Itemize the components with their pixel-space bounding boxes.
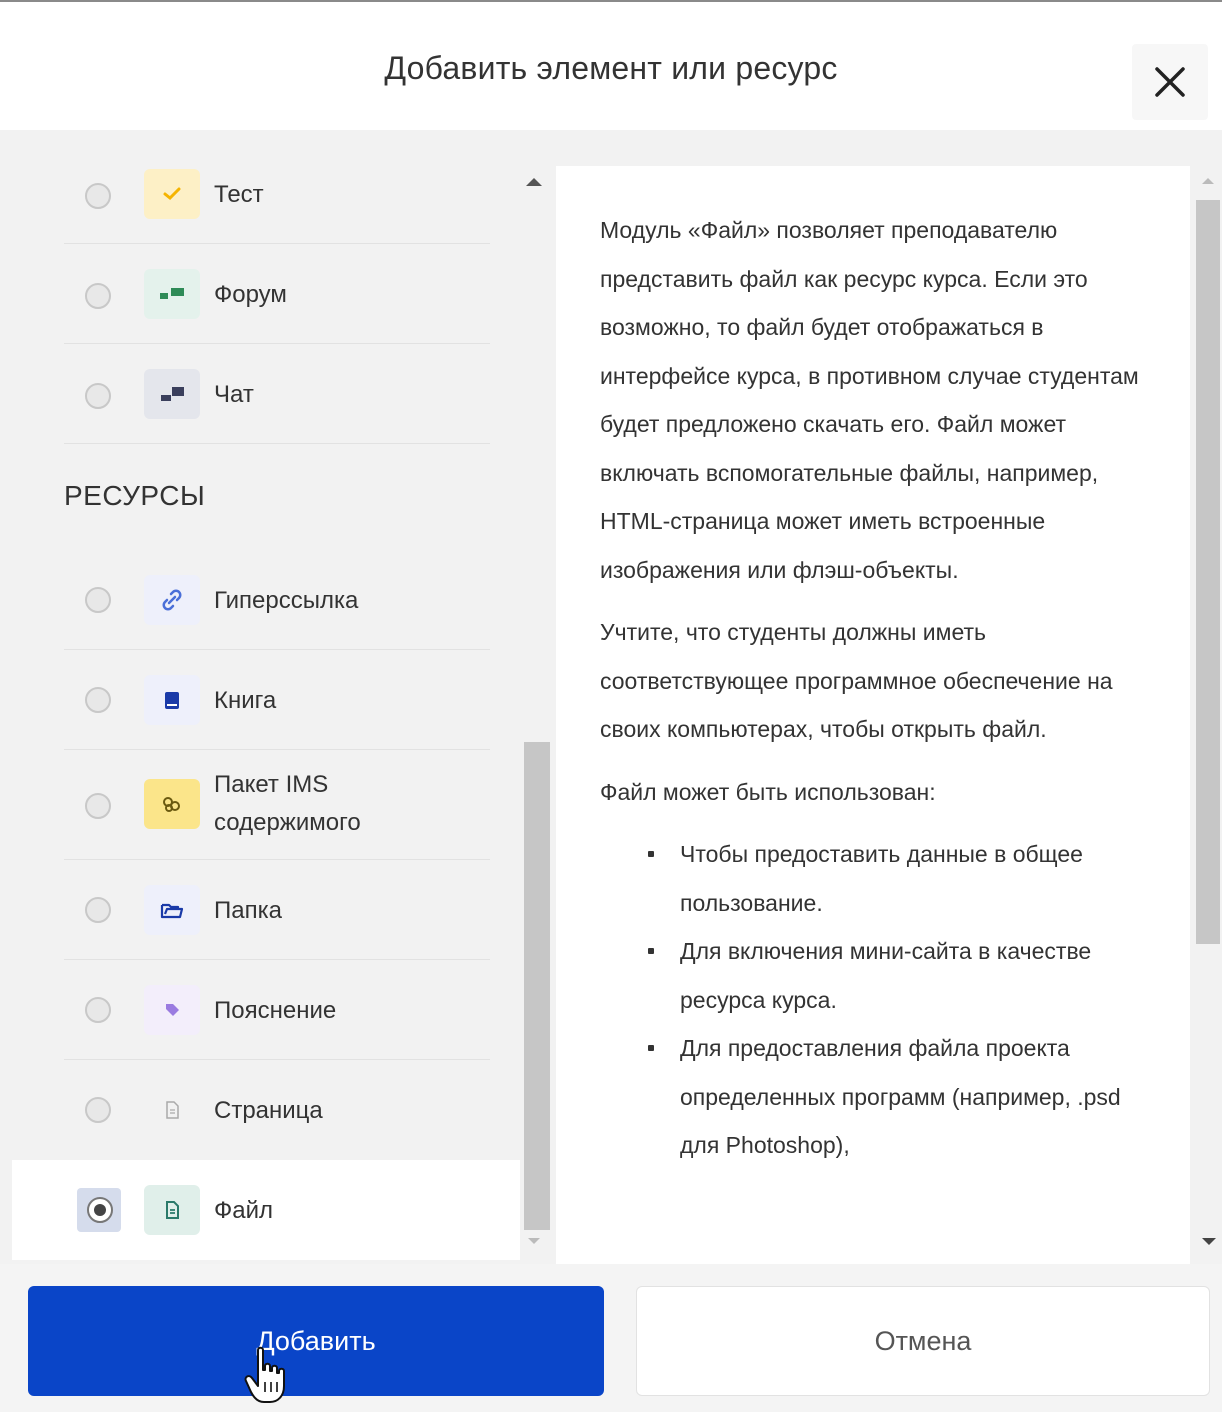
ims-package-icon <box>144 779 200 829</box>
description-paragraph: Модуль «Файл» позволяет преподавателю пр… <box>600 217 1139 583</box>
radio-button[interactable] <box>85 183 111 209</box>
book-icon <box>144 675 200 725</box>
description-scrollbar[interactable] <box>1194 166 1222 1260</box>
close-button[interactable] <box>1132 44 1208 120</box>
scroll-up-arrow-icon[interactable] <box>1202 178 1214 184</box>
list-item-file[interactable]: Файл <box>12 1160 520 1260</box>
description-bullet-list: Чтобы предоставить данные в общее пользо… <box>646 830 1160 1170</box>
item-label: Форум <box>214 281 287 308</box>
list-item-label[interactable]: Пояснение <box>12 960 520 1060</box>
list-item-forum[interactable]: Форум <box>12 244 520 344</box>
list-item-ims-package[interactable]: Пакет IMS содержимого <box>12 750 520 860</box>
item-label: Чат <box>214 381 254 408</box>
radio-button[interactable] <box>85 587 111 613</box>
list-item-book[interactable]: Книга <box>12 650 520 750</box>
page-icon <box>144 1085 200 1135</box>
item-label: Гиперссылка <box>214 587 359 614</box>
radio-button[interactable] <box>85 383 111 409</box>
description-panel: Модуль «Файл» позволяет преподавателю пр… <box>556 166 1190 1264</box>
dialog-body: Тест Форум Чат РЕСУРСЫ Гиперссылка Книга… <box>0 130 1222 1264</box>
cancel-button[interactable]: Отмена <box>636 1286 1210 1396</box>
chat-icon <box>144 369 200 419</box>
description-paragraph: Учтите, что студенты должны иметь соотве… <box>600 619 1113 742</box>
description-text: Модуль «Файл» позволяет преподавателю пр… <box>600 206 1160 1170</box>
quiz-check-icon <box>144 169 200 219</box>
list-item-url[interactable]: Гиперссылка <box>12 550 520 650</box>
resources-heading: РЕСУРСЫ <box>64 480 206 511</box>
list-item-test[interactable]: Тест <box>12 144 520 244</box>
description-bullet: Для предоставления файла проекта определ… <box>646 1024 1160 1170</box>
radio-button[interactable] <box>85 997 111 1023</box>
dialog-footer: Добавить Отмена <box>0 1264 1222 1412</box>
link-icon <box>144 575 200 625</box>
folder-icon <box>144 885 200 935</box>
label-tag-icon <box>144 985 200 1035</box>
forum-icon <box>144 269 200 319</box>
dialog-top-border <box>0 0 1222 14</box>
file-icon <box>144 1185 200 1235</box>
hand-pointer-cursor-icon <box>244 1346 285 1403</box>
radio-button[interactable] <box>85 687 111 713</box>
item-label: Папка <box>214 897 282 924</box>
item-label: Страница <box>214 1097 323 1124</box>
close-icon <box>1155 67 1185 97</box>
radio-button[interactable] <box>85 283 111 309</box>
module-list[interactable]: Тест Форум Чат РЕСУРСЫ Гиперссылка Книга… <box>12 130 520 1264</box>
description-paragraph: Файл может быть использован: <box>600 778 936 805</box>
radio-button[interactable] <box>85 1097 111 1123</box>
radio-button[interactable] <box>85 897 111 923</box>
list-item-folder[interactable]: Папка <box>12 860 520 960</box>
scroll-up-arrow-icon[interactable] <box>526 178 542 186</box>
dialog-title: Добавить элемент или ресурс <box>384 50 838 86</box>
add-button[interactable]: Добавить <box>28 1286 604 1403</box>
description-bullet: Чтобы предоставить данные в общее пользо… <box>646 830 1160 927</box>
item-label: Пояснение <box>214 997 337 1024</box>
scroll-down-arrow-icon[interactable] <box>528 1238 540 1244</box>
list-item-page[interactable]: Страница <box>12 1060 520 1160</box>
radio-button-selected[interactable] <box>87 1197 113 1223</box>
scroll-thumb[interactable] <box>524 742 550 1230</box>
cancel-button-label: Отмена <box>874 1325 972 1356</box>
item-label: Тест <box>214 181 264 208</box>
dialog-header: Добавить элемент или ресурс <box>0 14 1222 134</box>
item-label: Файл <box>214 1197 274 1224</box>
radio-button[interactable] <box>85 793 111 819</box>
item-label: Книга <box>214 687 277 714</box>
list-item-chat[interactable]: Чат <box>12 344 520 444</box>
divider <box>64 443 490 444</box>
item-label-line1: Пакет IMS <box>214 771 329 798</box>
item-label-line2: содержимого <box>214 809 361 836</box>
list-scrollbar[interactable] <box>520 170 552 1260</box>
description-bullet: Для включения мини-сайта в качестве ресу… <box>646 927 1160 1024</box>
scroll-down-arrow-icon[interactable] <box>1202 1238 1216 1245</box>
scroll-thumb[interactable] <box>1196 200 1220 944</box>
